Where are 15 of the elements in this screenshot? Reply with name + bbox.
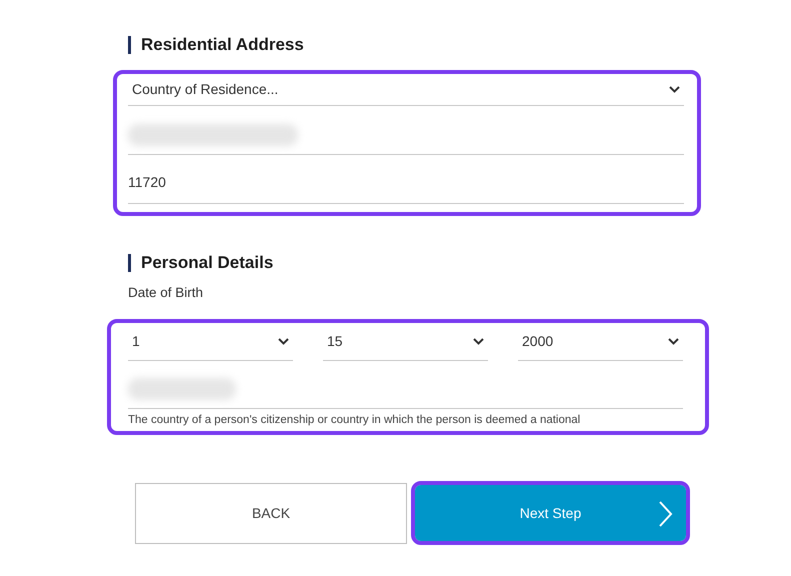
- caret-icon: [668, 338, 679, 346]
- select-field[interactable]: 2000: [518, 323, 683, 362]
- caret-icon: [278, 338, 289, 346]
- select-field[interactable]: Country of Residence...: [128, 74, 684, 106]
- back-button[interactable]: BACK: [135, 482, 407, 544]
- select-field[interactable]: 1: [128, 323, 293, 362]
- chevron-right-icon: [658, 500, 674, 528]
- section-heading: Residential Address: [128, 36, 701, 54]
- section-heading: Personal Details: [128, 254, 701, 272]
- input-field[interactable]: 11720: [128, 155, 684, 204]
- field-label: Date of Birth: [128, 284, 204, 302]
- select-field[interactable]: 15: [323, 323, 488, 362]
- caret-icon: [473, 338, 484, 346]
- caret-icon: [669, 86, 680, 93]
- hint-text: The country of a person's citizenship or country in which the person is deemed a national: [128, 413, 582, 428]
